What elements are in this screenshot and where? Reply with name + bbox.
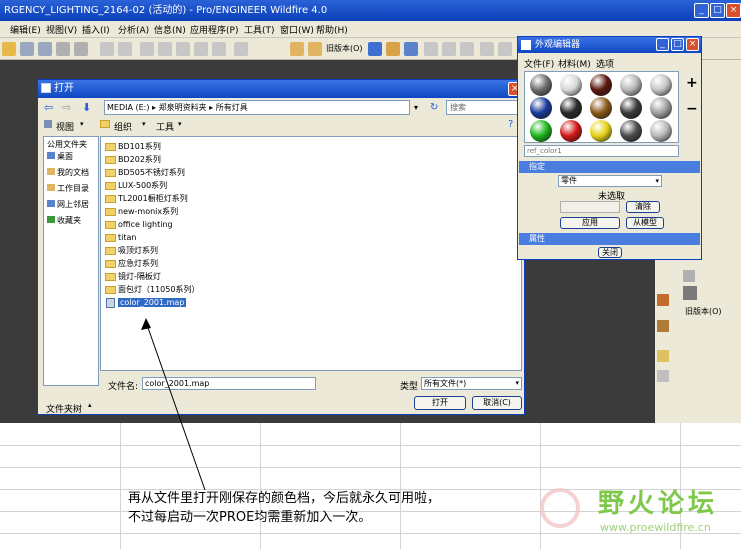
caption-line-1: 再从文件里打开刚保存的颜色档，今后就永久可用啦，: [128, 491, 441, 506]
caption-line-2: 不过每启动一次PROE均需重新加入一次。: [128, 510, 372, 525]
forum-logo-icon: [540, 488, 580, 528]
forum-logo: 野火论坛: [598, 489, 719, 519]
forum-url: www.proewildfire.cn: [600, 521, 711, 534]
annotation-arrow: [141, 318, 206, 491]
annotation-arrow-line: [145, 321, 206, 491]
annotation-arrow-head: [141, 318, 151, 330]
tutorial-caption: 再从文件里打开刚保存的颜色档，今后就永久可用啦， 不过每启动一次PROE均需重新…: [128, 489, 440, 527]
